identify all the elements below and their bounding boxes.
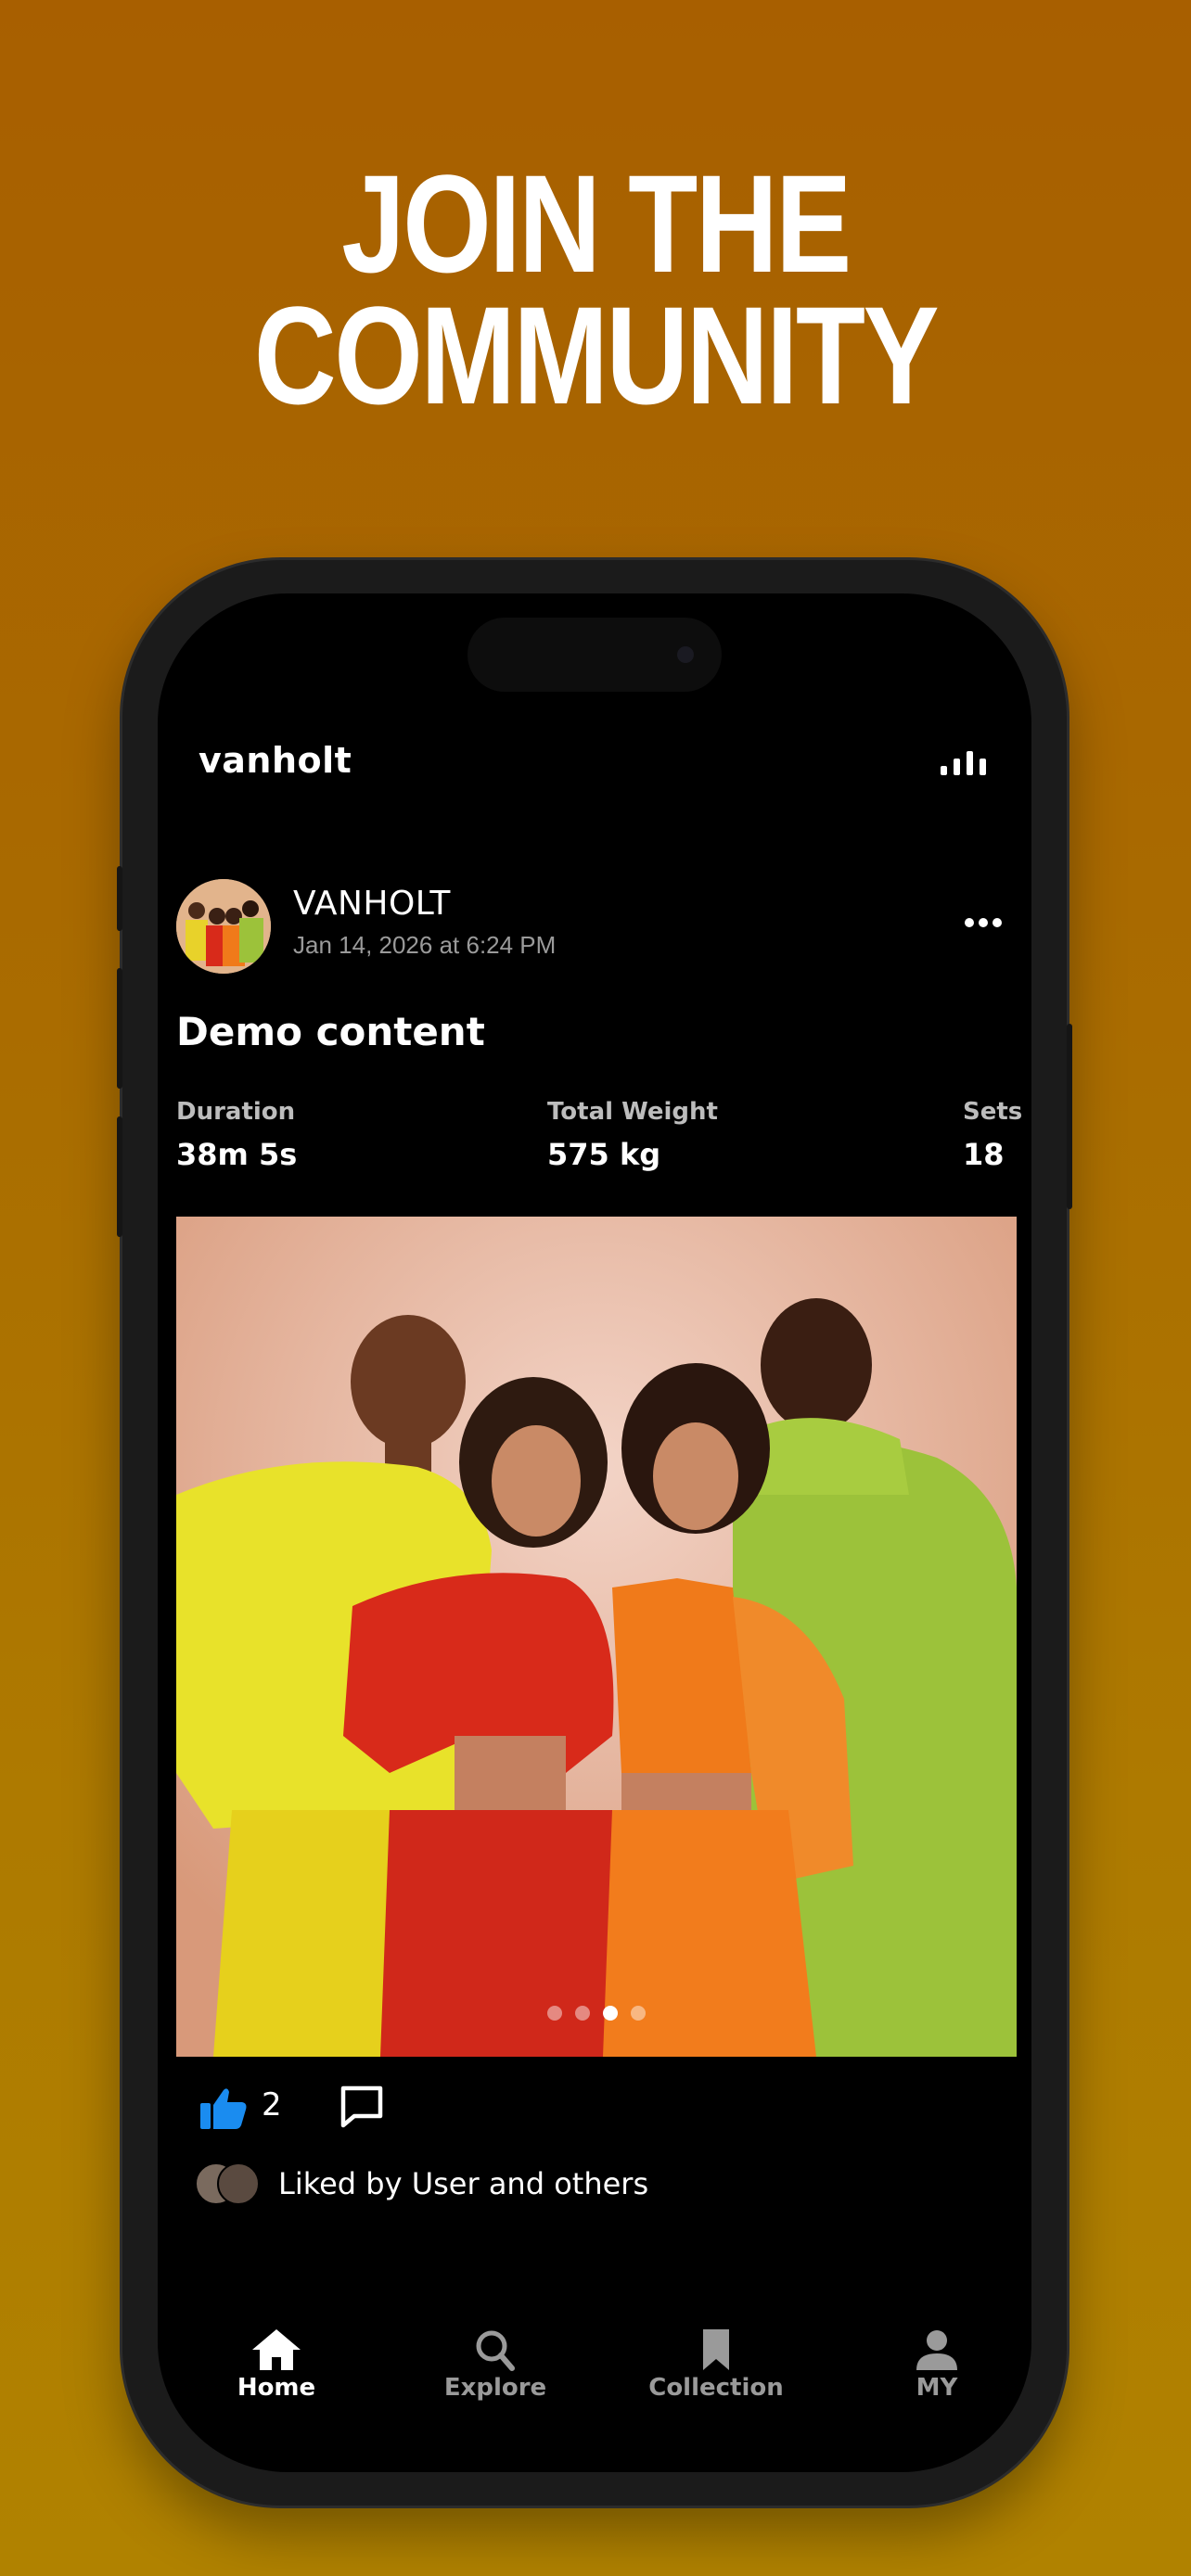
volume-down-button	[117, 1116, 122, 1237]
dynamic-island	[467, 618, 722, 692]
promo-headline: JOIN THE COMMUNITY	[108, 146, 1084, 433]
promo-line-1: JOIN THE	[341, 146, 852, 301]
post-photo-carousel[interactable]	[176, 1217, 1017, 2057]
post-actions: 2	[198, 2081, 1015, 2136]
stat-total-weight: Total Weight 575 kg	[547, 1098, 718, 1172]
stat-value: 38m 5s	[176, 1137, 298, 1172]
stat-label: Sets	[963, 1098, 1023, 1126]
stat-value: 575 kg	[547, 1137, 661, 1172]
carousel-dot-active[interactable]	[603, 2006, 618, 2021]
tab-label: Home	[237, 2374, 316, 2402]
tab-my[interactable]: MY	[844, 2327, 1030, 2402]
app-screen: vanholt VANHOLT Jan 14, 2026 at 6:24 PM	[158, 593, 1031, 2472]
tab-home[interactable]: Home	[184, 2327, 369, 2402]
liker-avatar	[217, 2162, 260, 2205]
carousel-dot[interactable]	[631, 2006, 646, 2021]
thumbs-up-icon[interactable]	[198, 2085, 249, 2131]
post-header: VANHOLT Jan 14, 2026 at 6:24 PM	[176, 879, 1013, 981]
author-name[interactable]: VANHOLT	[293, 885, 451, 923]
liked-by-text: Liked by User and others	[278, 2166, 649, 2201]
author-avatar[interactable]	[176, 879, 271, 974]
bottom-tab-bar: Home Explore Collection MY	[158, 2327, 1031, 2429]
power-button	[1067, 1024, 1072, 1209]
tab-label: Explore	[443, 2374, 547, 2402]
liked-by-row[interactable]: Liked by User and others	[195, 2162, 1011, 2209]
app-brand-logo[interactable]: vanholt	[198, 740, 352, 781]
app-header: vanholt	[158, 740, 1031, 796]
stat-duration: Duration 38m 5s	[176, 1098, 297, 1172]
phone-frame: vanholt VANHOLT Jan 14, 2026 at 6:24 PM	[117, 560, 1072, 2506]
stat-sets: Sets 18	[963, 1098, 1022, 1172]
post-photo	[176, 1217, 1017, 2057]
more-options-icon[interactable]	[965, 918, 1002, 929]
carousel-dot[interactable]	[547, 2006, 562, 2021]
promo-line-2: COMMUNITY	[253, 277, 940, 433]
comment-icon[interactable]	[338, 2083, 386, 2131]
stat-value: 18	[963, 1137, 1005, 1172]
profile-icon	[916, 2330, 957, 2370]
signal-bars-icon[interactable]	[941, 751, 991, 779]
bookmark-icon	[703, 2329, 729, 2370]
action-button	[117, 866, 122, 931]
camera-lens	[677, 646, 694, 663]
like-count: 2	[262, 2086, 282, 2123]
stat-label: Total Weight	[547, 1098, 718, 1126]
tab-explore[interactable]: Explore	[403, 2327, 588, 2402]
carousel-dots	[176, 2006, 1017, 2025]
carousel-dot[interactable]	[575, 2006, 590, 2021]
stat-label: Duration	[176, 1098, 296, 1126]
search-icon	[476, 2330, 515, 2371]
tab-label: MY	[916, 2374, 958, 2402]
post-title: Demo content	[176, 1009, 485, 1054]
volume-up-button	[117, 968, 122, 1089]
tab-label: Collection	[648, 2374, 784, 2402]
tab-collection[interactable]: Collection	[623, 2327, 809, 2402]
home-icon	[252, 2329, 301, 2370]
post-date: Jan 14, 2026 at 6:24 PM	[293, 931, 557, 959]
